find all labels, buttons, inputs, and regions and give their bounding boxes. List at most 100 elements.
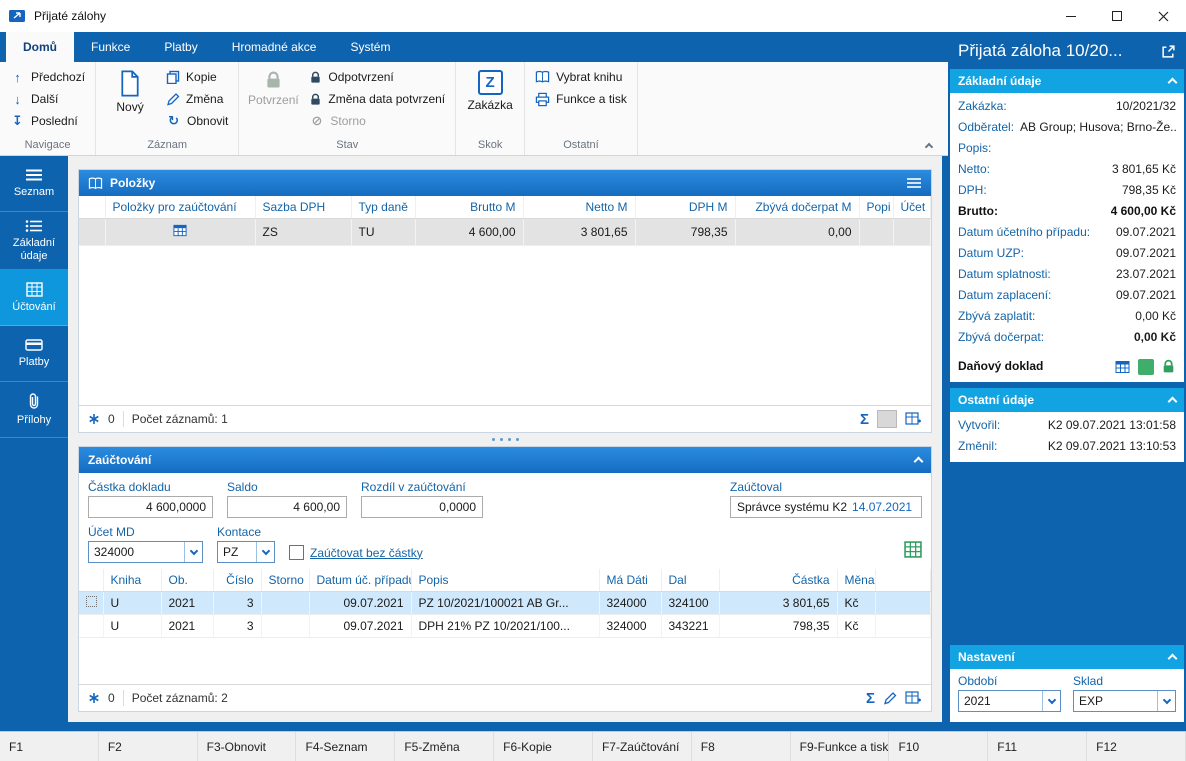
fkey-f8[interactable]: F8 — [692, 732, 791, 761]
column-header[interactable]: Číslo — [213, 569, 261, 592]
filter-button[interactable] — [877, 410, 897, 428]
column-header[interactable]: Položky pro zaúčtování — [105, 196, 255, 219]
tab-funkce[interactable]: Funkce — [74, 32, 147, 62]
fkey-f9-funkce-a-tisk[interactable]: F9-Funkce a tisk — [791, 732, 890, 761]
accounting-grid-icon[interactable] — [904, 541, 922, 558]
fkey-f5-zmena[interactable]: F5-Změna — [395, 732, 494, 761]
fkey-f2[interactable]: F2 — [99, 732, 198, 761]
novy-button[interactable]: Nový — [100, 65, 160, 114]
dropdown-button[interactable] — [256, 542, 274, 562]
menu-icon[interactable] — [906, 177, 922, 189]
arrow-up-icon: ↑ — [10, 70, 25, 85]
fkey-f12[interactable]: F12 — [1087, 732, 1186, 761]
table-row[interactable]: ZS TU 4 600,00 3 801,65 798,35 0,00 — [79, 219, 931, 246]
column-header[interactable]: Popis — [411, 569, 599, 592]
cell-dph: 798,35 — [635, 219, 735, 246]
tab-system[interactable]: Systém — [333, 32, 407, 62]
kopie-button[interactable]: Kopie — [160, 66, 234, 88]
panel-splitter[interactable] — [78, 433, 932, 446]
column-header[interactable]: Datum úč. případu — [309, 569, 411, 592]
column-header[interactable]: Storno — [261, 569, 309, 592]
fkey-f1[interactable]: F1 — [0, 732, 99, 761]
column-header[interactable]: Má Dáti — [599, 569, 661, 592]
column-header[interactable]: Kniha — [103, 569, 161, 592]
column-header[interactable]: Dal — [661, 569, 719, 592]
sidebar-item-platby[interactable]: Platby — [0, 326, 68, 382]
dropdown-button[interactable] — [1157, 691, 1175, 711]
column-header-indicator[interactable] — [79, 569, 103, 592]
fkey-f7-zauctovani[interactable]: F7-Zaúčtování — [593, 732, 692, 761]
grid-settings-icon[interactable] — [905, 690, 922, 706]
predchozi-button[interactable]: ↑ Předchozí — [4, 66, 91, 88]
odpotvrzeni-button[interactable]: Odpotvrzení — [303, 66, 451, 88]
checkbox[interactable] — [289, 545, 304, 560]
obnovit-button[interactable]: ↻ Obnovit — [160, 110, 234, 132]
dropdown-button[interactable] — [1042, 691, 1060, 711]
column-header[interactable]: Typ daně — [351, 196, 415, 219]
asterisk-icon[interactable] — [88, 692, 100, 704]
saldo-field[interactable]: 4 600,00 — [227, 496, 347, 518]
collapse-panel-icon[interactable] — [914, 457, 924, 467]
asterisk-icon[interactable] — [88, 413, 100, 425]
minimize-button[interactable] — [1048, 0, 1094, 32]
vybrat-knihu-button[interactable]: Vybrat knihu — [529, 66, 633, 88]
zauctoval-field[interactable]: Správce systému K2 14.07.2021 — [730, 496, 922, 518]
dropdown-button[interactable] — [184, 542, 202, 562]
sidebar-item-prilohy[interactable]: Přílohy — [0, 382, 68, 438]
ucet-md-combo[interactable]: 324000 — [88, 541, 203, 563]
section-header[interactable]: Ostatní údaje — [950, 388, 1184, 412]
section-header-label: Nastavení — [958, 650, 1163, 664]
tab-platby[interactable]: Platby — [147, 32, 214, 62]
sum-icon[interactable]: Σ — [866, 690, 875, 707]
grid-settings-icon[interactable] — [905, 411, 922, 427]
fkey-f3-obnovit[interactable]: F3-Obnovit — [198, 732, 297, 761]
section-header[interactable]: Základní údaje — [950, 69, 1184, 93]
column-header[interactable]: Účet — [893, 196, 931, 219]
column-header[interactable]: Sazba DPH — [255, 196, 351, 219]
zmena-button[interactable]: Změna — [160, 88, 234, 110]
dalsi-button[interactable]: ↓ Další — [4, 88, 91, 110]
column-header[interactable]: Ob. — [161, 569, 213, 592]
fkey-f11[interactable]: F11 — [988, 732, 1087, 761]
column-header[interactable]: Částka — [719, 569, 837, 592]
zauctovat-bez-castky-option[interactable]: Zaúčtovat bez částky — [289, 545, 423, 563]
tab-domu[interactable]: Domů — [6, 32, 74, 62]
kontace-combo[interactable]: PZ — [217, 541, 275, 563]
column-header-indicator[interactable] — [79, 196, 105, 219]
fkey-f6-kopie[interactable]: F6-Kopie — [494, 732, 593, 761]
maximize-button[interactable] — [1094, 0, 1140, 32]
tab-hromadne-akce[interactable]: Hromadné akce — [215, 32, 334, 62]
zakazka-button[interactable]: Z Zakázka — [460, 65, 520, 112]
column-header[interactable]: Brutto M — [415, 196, 523, 219]
rozdil-field[interactable]: 0,0000 — [361, 496, 483, 518]
cell-mena: Kč — [837, 615, 875, 638]
pencil-icon[interactable] — [883, 691, 897, 705]
column-header[interactable]: Netto M — [523, 196, 635, 219]
potvrzeni-button[interactable]: Potvrzení — [243, 65, 303, 107]
sklad-combo[interactable]: EXP — [1073, 690, 1176, 712]
fkey-f4-seznam[interactable]: F4-Seznam — [296, 732, 395, 761]
column-header[interactable]: Popi — [859, 196, 893, 219]
table-row[interactable]: U 2021 3 09.07.2021 DPH 21% PZ 10/2021/1… — [79, 615, 931, 638]
sidebar-item-uctovani[interactable]: Účtování — [0, 270, 68, 326]
column-header[interactable] — [875, 569, 931, 592]
items-grid-icon[interactable] — [1114, 359, 1131, 375]
close-button[interactable] — [1140, 0, 1186, 32]
column-header[interactable]: Měna — [837, 569, 875, 592]
castka-dokladu-field[interactable]: 4 600,0000 — [88, 496, 213, 518]
sidebar-item-zakladni-udaje[interactable]: Základní údaje — [0, 212, 68, 270]
sum-icon[interactable]: Σ — [860, 411, 869, 428]
ribbon-collapse-button[interactable] — [926, 139, 934, 147]
obdobi-combo[interactable]: 2021 — [958, 690, 1061, 712]
zmena-data-potvrzeni-button[interactable]: Změna data potvrzení — [303, 88, 451, 110]
sidebar-item-seznam[interactable]: Seznam — [0, 156, 68, 212]
column-header[interactable]: Zbývá dočerpat M — [735, 196, 859, 219]
storno-button[interactable]: ⊘ Storno — [303, 110, 451, 132]
table-row[interactable]: U 2021 3 09.07.2021 PZ 10/2021/100021 AB… — [79, 592, 931, 615]
column-header[interactable]: DPH M — [635, 196, 735, 219]
posledni-button[interactable]: ↧ Poslední — [4, 110, 91, 132]
fkey-f10[interactable]: F10 — [889, 732, 988, 761]
funkce-a-tisk-button[interactable]: Funkce a tisk — [529, 88, 633, 110]
open-in-window-icon[interactable] — [1161, 44, 1176, 59]
section-header[interactable]: Nastavení — [950, 645, 1184, 669]
